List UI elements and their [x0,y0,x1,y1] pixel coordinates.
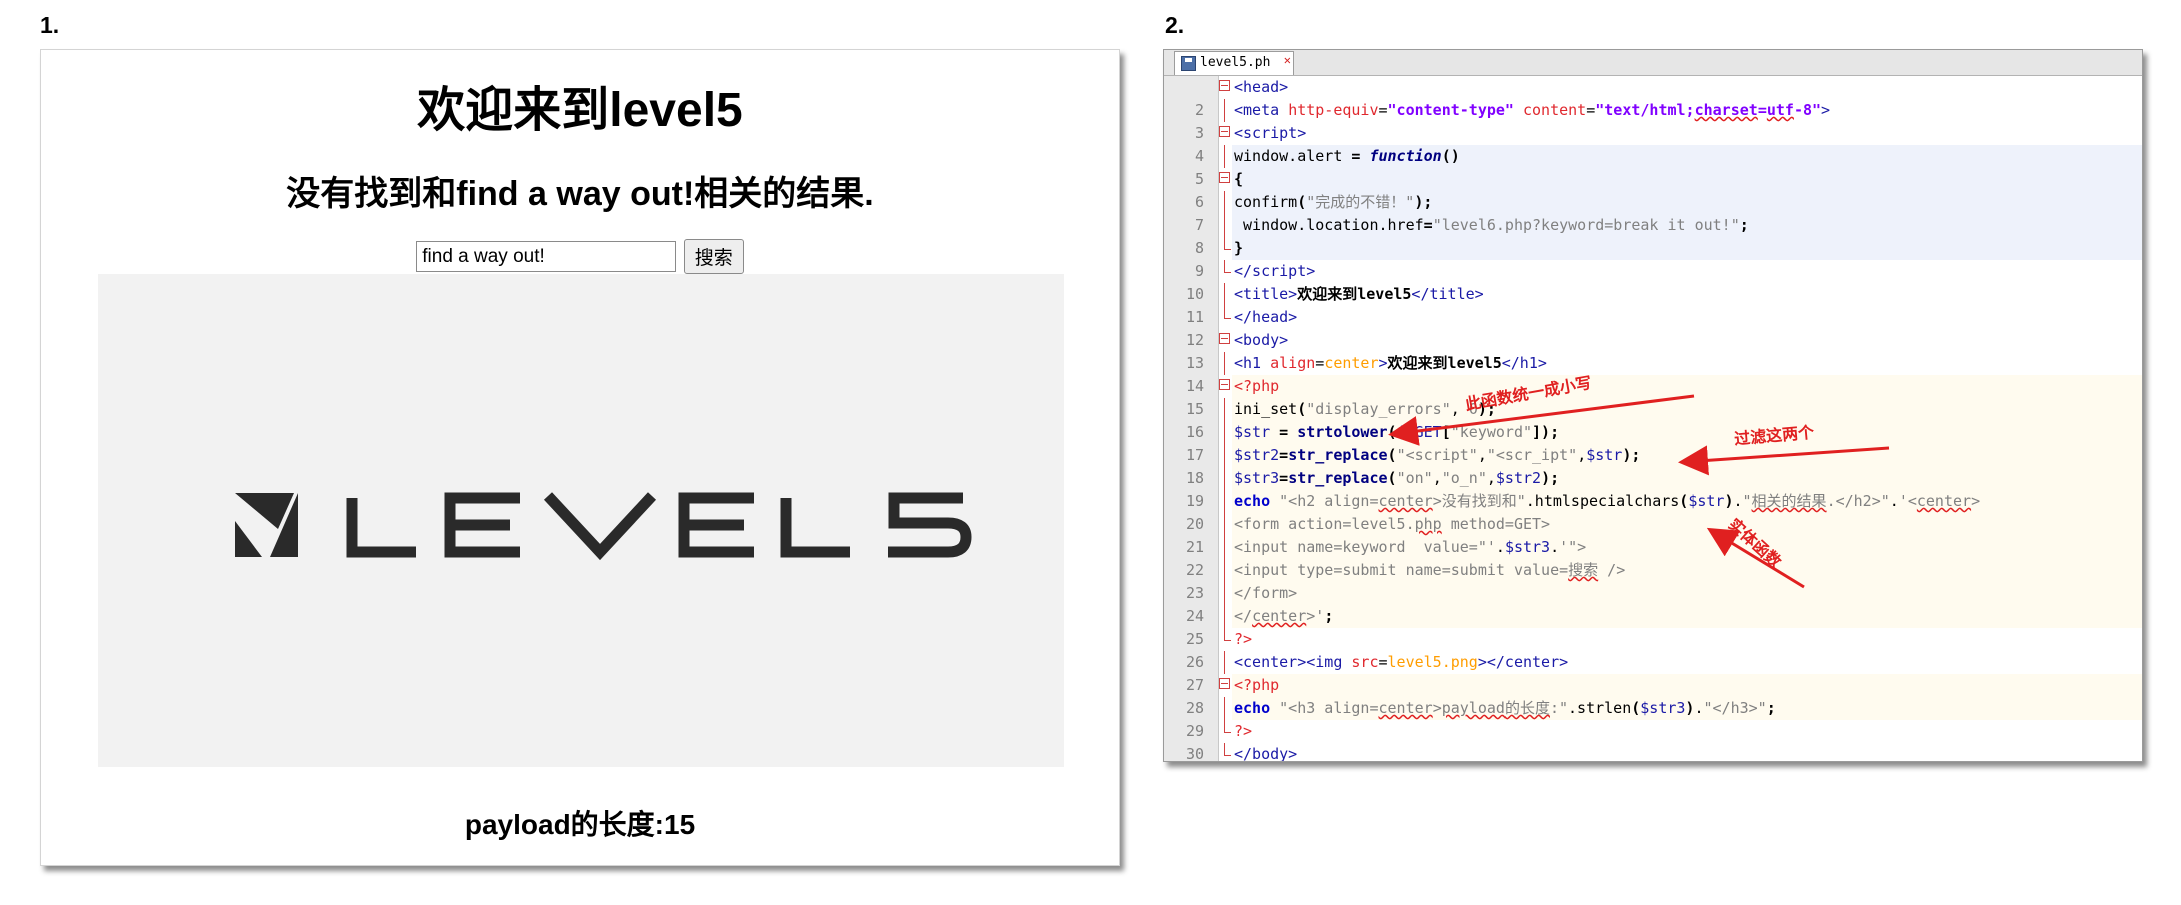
annotation-arrow-strtolower [1388,394,1695,446]
figure-label-2: 2. [1165,12,1185,38]
search-input[interactable] [416,241,677,272]
search-form: 搜索 [41,239,1119,274]
logo-emblem-icon [235,493,298,557]
result-message: 没有找到和find a way out!相关的结果. [286,175,874,213]
payload-length: payload的长度:15 [464,809,696,840]
level5-logo-image [98,274,1064,767]
browser-page-panel: 欢迎来到level5 没有找到和find a way out!相关的结果. 搜索… [40,49,1120,866]
annotation-arrow-filter [1678,445,1890,476]
annotation-layer [1388,394,1890,589]
code-editor-panel: level5.ph ✕ 2 <head> 3 <meta http-equiv=… [1163,49,2143,762]
page-heading: 欢迎来到level5 [417,84,743,137]
search-button[interactable]: 搜索 [683,239,744,274]
figure-label-1: 1. [40,12,60,38]
